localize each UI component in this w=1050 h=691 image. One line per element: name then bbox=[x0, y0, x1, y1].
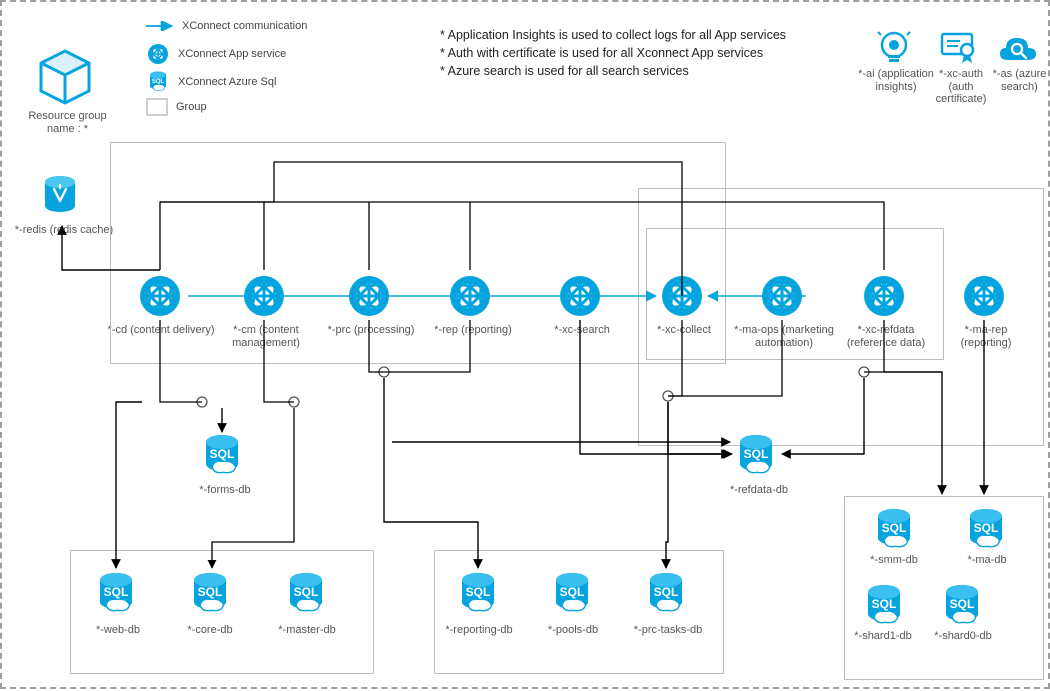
diagram-canvas: Resource group name : * XConnect communi… bbox=[0, 0, 1050, 689]
connectors bbox=[2, 2, 1050, 691]
